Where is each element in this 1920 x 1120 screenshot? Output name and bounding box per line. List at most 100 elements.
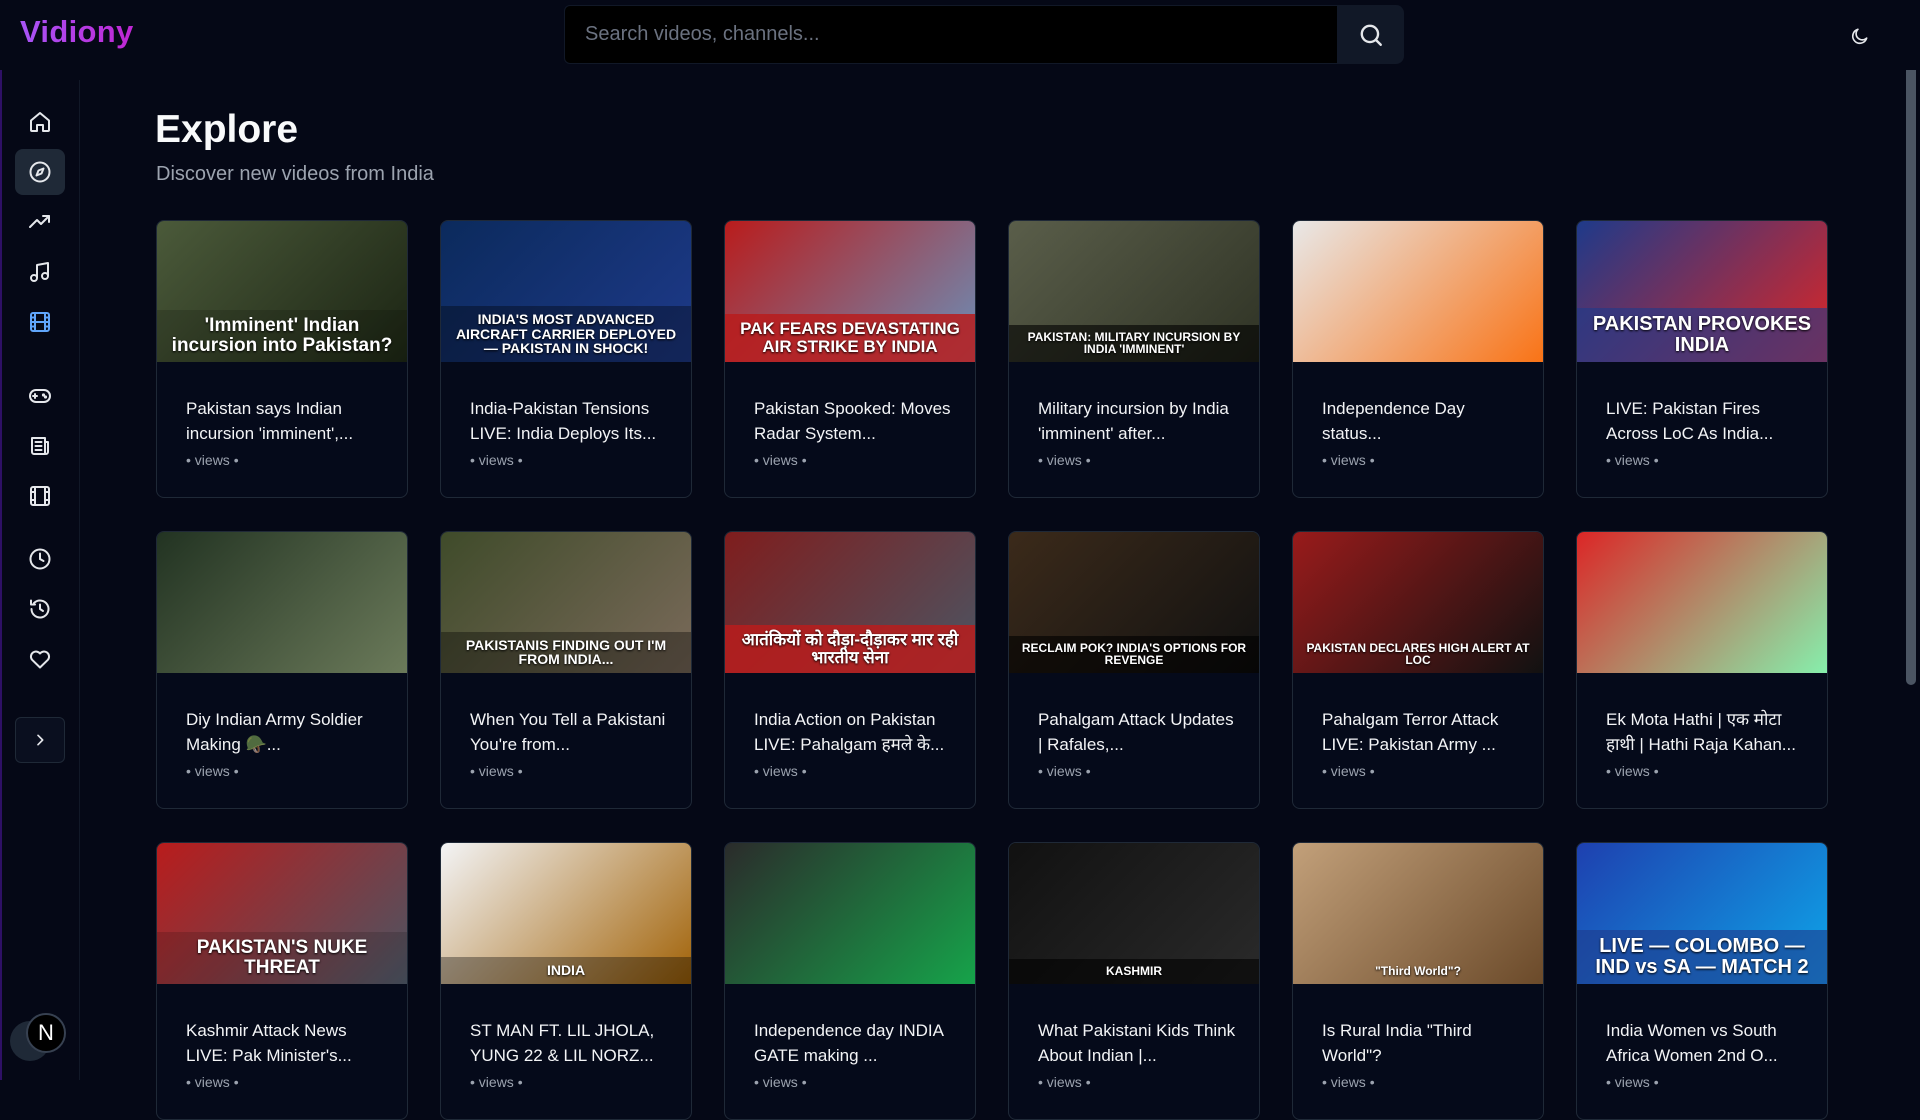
video-meta: • views • — [1038, 763, 1091, 779]
video-title[interactable]: Ek Mota Hathi | एक मोटा हाथी | Hathi Raj… — [1606, 707, 1806, 757]
sidebar-item-gaming[interactable] — [15, 373, 65, 419]
thumbnail-caption: RECLAIM POK? INDIA'S OPTIONS FOR REVENGE — [1009, 635, 1259, 673]
video-thumbnail[interactable]: 'Imminent' Indian incursion into Pakista… — [157, 221, 407, 362]
search-input[interactable] — [564, 5, 1338, 64]
video-title[interactable]: Diy Indian Army Soldier Making 🪖... — [186, 707, 386, 757]
video-thumbnail[interactable]: PAKISTAN PROVOKES INDIA — [1577, 221, 1827, 362]
page-subtitle: Discover new videos from India — [156, 163, 434, 185]
video-thumbnail[interactable]: PAK FEARS DEVASTATING AIR STRIKE BY INDI… — [725, 221, 975, 362]
video-title[interactable]: LIVE: Pakistan Fires Across LoC As India… — [1606, 396, 1806, 446]
sidebar-item-trending[interactable] — [15, 199, 65, 245]
video-card[interactable]: PAK FEARS DEVASTATING AIR STRIKE BY INDI… — [724, 220, 976, 498]
video-title[interactable]: Pakistan Spooked: Moves Radar System... — [754, 396, 954, 446]
video-thumbnail[interactable]: KASHMIR — [1009, 843, 1259, 984]
video-card[interactable]: Ek Mota Hathi | एक मोटा हाथी | Hathi Raj… — [1576, 531, 1828, 809]
video-title[interactable]: Military incursion by India 'imminent' a… — [1038, 396, 1238, 446]
video-card[interactable]: Independence day INDIA GATE making ... • … — [724, 842, 976, 1120]
video-grid: 'Imminent' Indian incursion into Pakista… — [156, 220, 1830, 1120]
film-icon — [30, 312, 50, 332]
sidebar-item-music[interactable] — [15, 249, 65, 295]
video-title[interactable]: India Action on Pakistan LIVE: Pahalgam … — [754, 707, 954, 757]
sidebar-item-history[interactable] — [15, 586, 65, 632]
video-thumbnail[interactable]: PAKISTAN DECLARES HIGH ALERT AT LOC — [1293, 532, 1543, 673]
video-card[interactable]: PAKISTANIS FINDING OUT I'M FROM INDIA...… — [440, 531, 692, 809]
video-title[interactable]: When You Tell a Pakistani You're from... — [470, 707, 670, 757]
video-card[interactable]: आतंकियों को दौड़ा-दौड़ाकर मार रही भारतीय… — [724, 531, 976, 809]
video-thumbnail[interactable] — [1577, 532, 1827, 673]
video-title[interactable]: Kashmir Attack News LIVE: Pak Minister's… — [186, 1018, 386, 1068]
clock-icon — [29, 548, 51, 570]
video-thumbnail[interactable]: आतंकियों को दौड़ा-दौड़ाकर मार रही भारतीय… — [725, 532, 975, 673]
video-thumbnail[interactable]: LIVE — COLOMBO — IND vs SA — MATCH 2 — [1577, 843, 1827, 984]
user-avatar[interactable]: N — [26, 1013, 66, 1053]
sidebar-item-films[interactable] — [15, 299, 65, 345]
thumbnail-caption: PAKISTAN DECLARES HIGH ALERT AT LOC — [1306, 640, 1530, 668]
music-icon — [30, 262, 49, 282]
video-card[interactable]: Diy Indian Army Soldier Making 🪖... • vie… — [156, 531, 408, 809]
heart-icon — [29, 650, 51, 669]
video-title[interactable]: ST MAN FT. LIL JHOLA, YUNG 22 & LIL NORZ… — [470, 1018, 670, 1068]
video-title[interactable]: What Pakistani Kids Think About Indian |… — [1038, 1018, 1238, 1068]
thumbnail-caption: KASHMIR — [1009, 959, 1259, 984]
video-card[interactable]: INDIA ST MAN FT. LIL JHOLA, YUNG 22 & LIL… — [440, 842, 692, 1120]
video-meta: • views • — [754, 452, 807, 468]
video-title[interactable]: India-Pakistan Tensions LIVE: India Depl… — [470, 396, 670, 446]
scrollbar[interactable] — [1906, 0, 1916, 685]
video-title[interactable]: Independence day INDIA GATE making ... — [754, 1018, 954, 1068]
video-thumbnail[interactable]: PAKISTAN'S NUKE THREAT — [157, 843, 407, 984]
theme-toggle-button[interactable] — [1846, 22, 1874, 50]
video-card[interactable]: KASHMIR What Pakistani Kids Think About I… — [1008, 842, 1260, 1120]
thumbnail-caption: आतंकियों को दौड़ा-दौड़ाकर मार रही भारतीय… — [725, 625, 975, 673]
video-card[interactable]: PAKISTAN: MILITARY INCURSION BY INDIA 'I… — [1008, 220, 1260, 498]
video-card[interactable]: RECLAIM POK? INDIA'S OPTIONS FOR REVENGE… — [1008, 531, 1260, 809]
video-card[interactable]: INDIA'S MOST ADVANCED AIRCRAFT CARRIER D… — [440, 220, 692, 498]
search-button[interactable] — [1338, 5, 1404, 64]
video-thumbnail[interactable]: PAKISTANIS FINDING OUT I'M FROM INDIA... — [441, 532, 691, 673]
video-title[interactable]: Independence Day status... — [1322, 396, 1522, 446]
thumbnail-caption: "Third World"? — [1375, 964, 1461, 979]
video-meta: • views • — [470, 763, 523, 779]
thumbnail-caption: PAKISTAN'S NUKE THREAT — [157, 932, 407, 984]
video-card[interactable]: "Third World"? Is Rural India "Third Worl… — [1292, 842, 1544, 1120]
video-card[interactable]: PAKISTAN DECLARES HIGH ALERT AT LOC Pahal… — [1292, 531, 1544, 809]
video-title[interactable]: Pakistan says Indian incursion 'imminent… — [186, 396, 386, 446]
video-title[interactable]: India Women vs South Africa Women 2nd O.… — [1606, 1018, 1806, 1068]
sidebar-item-liked[interactable] — [15, 636, 65, 682]
video-thumbnail[interactable]: "Third World"? — [1293, 843, 1543, 984]
video-card[interactable]: LIVE — COLOMBO — IND vs SA — MATCH 2 Indi… — [1576, 842, 1828, 1120]
sidebar-item-home[interactable] — [15, 99, 65, 145]
thumbnail-caption: PAKISTAN PROVOKES INDIA — [1577, 308, 1827, 362]
video-thumbnail[interactable] — [1293, 221, 1543, 362]
thumbnail-caption: PAKISTANIS FINDING OUT I'M FROM INDIA... — [441, 631, 691, 673]
video-card[interactable]: PAKISTAN PROVOKES INDIA LIVE: Pakistan Fi… — [1576, 220, 1828, 498]
video-meta: • views • — [470, 452, 523, 468]
sidebar-item-watch-later[interactable] — [15, 536, 65, 582]
video-card[interactable]: PAKISTAN'S NUKE THREAT Kashmir Attack New… — [156, 842, 408, 1120]
video-thumbnail[interactable]: RECLAIM POK? INDIA'S OPTIONS FOR REVENGE — [1009, 532, 1259, 673]
sidebar-item-movies[interactable] — [15, 473, 65, 519]
thumbnail-caption: INDIA'S MOST ADVANCED AIRCRAFT CARRIER D… — [441, 305, 691, 362]
video-title[interactable]: Is Rural India "Third World"? — [1322, 1018, 1522, 1068]
app-logo[interactable]: Vidiony — [20, 14, 134, 50]
video-thumbnail[interactable]: INDIA'S MOST ADVANCED AIRCRAFT CARRIER D… — [441, 221, 691, 362]
sidebar-item-news[interactable] — [15, 423, 65, 469]
video-thumbnail[interactable] — [725, 843, 975, 984]
video-thumbnail[interactable]: INDIA — [441, 843, 691, 984]
video-meta: • views • — [1038, 1074, 1091, 1090]
video-meta: • views • — [1606, 1074, 1659, 1090]
video-meta: • views • — [186, 1074, 239, 1090]
video-meta: • views • — [1038, 452, 1091, 468]
movie-icon — [30, 486, 50, 506]
video-card[interactable]: 'Imminent' Indian incursion into Pakista… — [156, 220, 408, 498]
video-thumbnail[interactable]: PAKISTAN: MILITARY INCURSION BY INDIA 'I… — [1009, 221, 1259, 362]
thumbnail-caption: PAKISTAN: MILITARY INCURSION BY INDIA 'I… — [1009, 324, 1259, 362]
sidebar-expand-button[interactable] — [15, 717, 65, 763]
video-meta: • views • — [186, 763, 239, 779]
video-title[interactable]: Pahalgam Attack Updates | Rafales,... — [1038, 707, 1238, 757]
video-card[interactable]: Independence Day status... • views • — [1292, 220, 1544, 498]
video-title[interactable]: Pahalgam Terror Attack LIVE: Pakistan Ar… — [1322, 707, 1522, 757]
thumbnail-caption: 'Imminent' Indian incursion into Pakista… — [157, 310, 407, 362]
video-thumbnail[interactable] — [157, 532, 407, 673]
trending-icon — [29, 215, 50, 228]
sidebar-item-explore[interactable] — [15, 149, 65, 195]
